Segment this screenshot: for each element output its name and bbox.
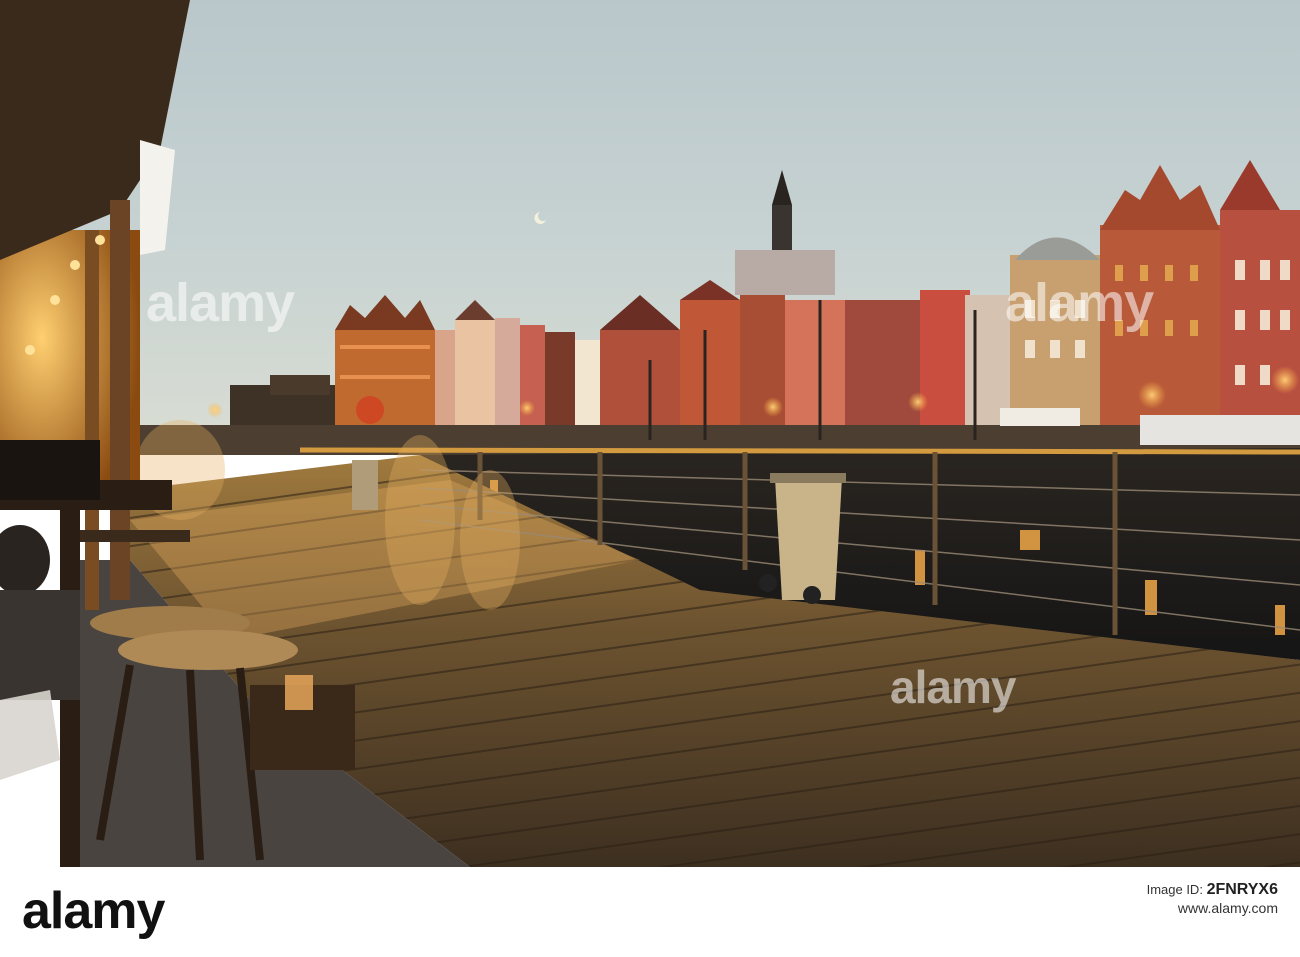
site-url: www.alamy.com [1177, 900, 1278, 916]
image-id: 2FNRYX6 [1206, 881, 1278, 898]
image-id-line: Image ID: 2FNRYX6 [1147, 881, 1278, 899]
watermark-right: alamy [1005, 273, 1154, 333]
image-id-block: Image ID: 2FNRYX6 www.alamy.com [1147, 881, 1278, 917]
watermark-bottom: alamy [890, 661, 1016, 713]
stock-footer: alamy Image ID: 2FNRYX6 www.alamy.com [0, 867, 1300, 957]
trash-bin-distant [352, 460, 378, 510]
cafe-awning [1000, 408, 1080, 426]
watermark-left: alamy [146, 273, 295, 333]
cafe-tent [1140, 415, 1300, 445]
alamy-logo: alamy [22, 882, 165, 940]
photo: alamy alamy alamy [0, 0, 1300, 867]
gate-building [335, 295, 435, 430]
image-id-prefix: Image ID: [1146, 882, 1203, 897]
riverside-night-scene [0, 0, 1300, 867]
